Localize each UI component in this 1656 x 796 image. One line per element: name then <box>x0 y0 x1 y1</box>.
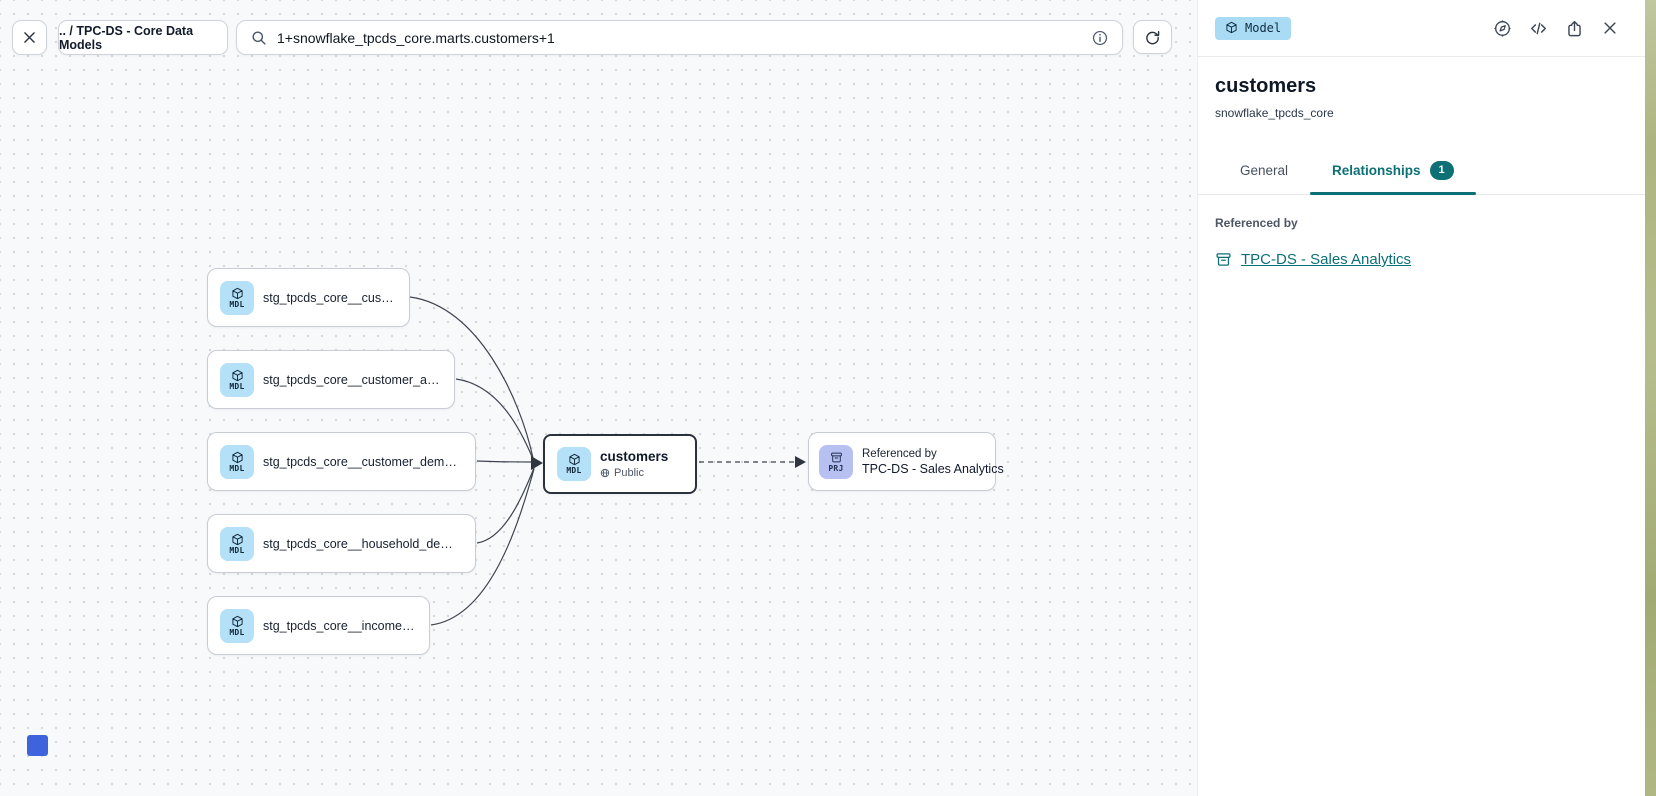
close-icon <box>1601 19 1619 37</box>
referencing-project-link[interactable]: TPC-DS - Sales Analytics <box>1241 251 1411 268</box>
node-label: TPC-DS - Sales Analytics <box>862 462 1004 476</box>
model-icon: MDL <box>557 447 591 481</box>
referenced-by-heading: Referenced by <box>1215 216 1628 230</box>
node-type-label: MDL <box>229 547 244 555</box>
close-lineage-button[interactable] <box>12 20 47 55</box>
node-stg-income-band[interactable]: MDL stg_tpcds_core__income_band <box>207 596 430 655</box>
canvas-attribution-logo[interactable] <box>27 735 48 756</box>
tab-relationships[interactable]: Relationships 1 <box>1310 147 1476 194</box>
detail-panel-header: Model <box>1198 0 1645 57</box>
cube-icon <box>231 615 244 628</box>
share-icon <box>1565 19 1584 38</box>
search-input[interactable] <box>277 30 1081 46</box>
schema-subtitle: snowflake_tpcds_core <box>1215 106 1628 120</box>
cube-icon <box>231 287 244 300</box>
cube-icon <box>1225 21 1238 34</box>
compass-icon <box>1493 19 1512 38</box>
node-type-label: PRJ <box>828 465 843 473</box>
lineage-search[interactable] <box>236 20 1123 55</box>
relationships-count-badge: 1 <box>1430 161 1454 180</box>
code-icon <box>1529 19 1548 38</box>
search-icon <box>250 29 267 46</box>
info-icon[interactable] <box>1091 29 1109 47</box>
edge-upstream-3 <box>477 461 533 462</box>
node-stg-customer-demographics[interactable]: MDL stg_tpcds_core__customer_demogra... <box>207 432 476 491</box>
node-customers-selected[interactable]: MDL customers Public <box>543 434 697 494</box>
tab-relationships-label: Relationships <box>1332 163 1421 178</box>
lineage-edges <box>0 0 1197 796</box>
cube-icon <box>231 451 244 464</box>
archive-icon <box>1215 251 1232 268</box>
cube-icon <box>231 533 244 546</box>
page-title: customers <box>1215 75 1628 98</box>
detail-tabs: General Relationships 1 <box>1198 147 1645 195</box>
refresh-button[interactable] <box>1133 20 1172 54</box>
node-stg-customer[interactable]: MDL stg_tpcds_core__customer <box>207 268 410 327</box>
desktop-background-strip <box>1645 0 1656 796</box>
breadcrumb[interactable]: .. / TPC-DS - Core Data Models <box>58 20 228 55</box>
model-type-badge-label: Model <box>1245 21 1281 35</box>
node-caption: Referenced by <box>862 448 1004 460</box>
edge-upstream-4 <box>477 468 534 543</box>
view-code-button[interactable] <box>1527 17 1549 39</box>
node-stg-household-demographics[interactable]: MDL stg_tpcds_core__household_demogr... <box>207 514 476 573</box>
node-label: customers <box>600 449 668 464</box>
archive-icon <box>830 451 843 464</box>
access-label: Public <box>614 467 644 479</box>
node-referencing-project[interactable]: PRJ Referenced by TPC-DS - Sales Analyti… <box>808 432 996 491</box>
share-button[interactable] <box>1563 17 1585 39</box>
model-icon: MDL <box>220 281 254 315</box>
tab-general[interactable]: General <box>1218 147 1310 194</box>
project-icon: PRJ <box>819 445 853 479</box>
node-label: stg_tpcds_core__customer_address <box>263 373 442 387</box>
arrowhead-into-project <box>795 456 806 468</box>
refresh-icon <box>1144 29 1161 46</box>
tab-general-label: General <box>1240 163 1288 178</box>
node-type-label: MDL <box>229 629 244 637</box>
close-panel-button[interactable] <box>1599 17 1621 39</box>
model-icon: MDL <box>220 363 254 397</box>
close-icon <box>21 29 38 46</box>
referencing-project-row[interactable]: TPC-DS - Sales Analytics <box>1215 251 1628 268</box>
node-type-label: MDL <box>566 467 581 475</box>
node-label: stg_tpcds_core__income_band <box>263 619 417 633</box>
node-label: stg_tpcds_core__customer_demogra... <box>263 455 463 469</box>
focus-lineage-button[interactable] <box>1491 17 1513 39</box>
cube-icon <box>231 369 244 382</box>
model-icon: MDL <box>220 527 254 561</box>
node-label: stg_tpcds_core__household_demogr... <box>263 537 463 551</box>
model-icon: MDL <box>220 445 254 479</box>
lineage-canvas[interactable]: .. / TPC-DS - Core Data Models MDL stg_t… <box>0 0 1197 796</box>
arrowhead-into-focus <box>531 456 543 470</box>
node-label: stg_tpcds_core__customer <box>263 291 397 305</box>
cube-icon <box>568 453 581 466</box>
globe-icon <box>600 468 610 478</box>
model-type-badge: Model <box>1215 17 1291 40</box>
breadcrumb-label: .. / TPC-DS - Core Data Models <box>59 24 227 52</box>
node-stg-customer-address[interactable]: MDL stg_tpcds_core__customer_address <box>207 350 455 409</box>
detail-panel: Model customers snowflake_tpcds_core Gen… <box>1197 0 1645 796</box>
node-type-label: MDL <box>229 383 244 391</box>
model-icon: MDL <box>220 609 254 643</box>
node-type-label: MDL <box>229 465 244 473</box>
node-type-label: MDL <box>229 301 244 309</box>
